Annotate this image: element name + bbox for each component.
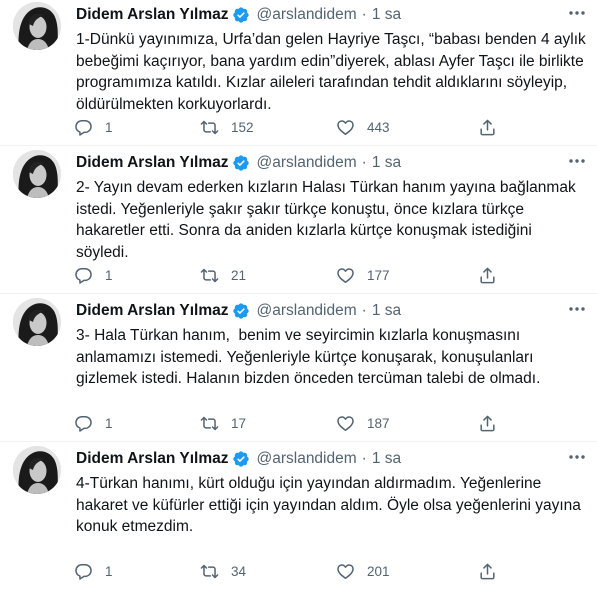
tweet-text: 2- Yayın devam ederken kızların Halası T… [76,179,581,261]
timestamp[interactable]: 1 sa [372,154,401,172]
tweet-actions: 1 152 443 [74,117,514,137]
author-name[interactable]: Didem Arslan Yılmaz [76,154,228,172]
like-count: 177 [367,267,390,283]
like-icon [337,267,354,283]
tweet-text: 4-Türkan hanımı, kürt olduğu için yayınd… [76,475,586,535]
tweet[interactable]: Didem Arslan Yılmaz @arslandidem · 1 sa … [0,442,597,590]
tweet-actions: 1 21 177 [74,265,514,285]
separator-dot: · [361,450,367,467]
more-options-icon[interactable] [567,154,587,168]
reply-icon [75,119,92,136]
like-icon [337,415,354,431]
tweet-actions: 1 17 187 [74,413,514,433]
retweet-button[interactable]: 17 [200,413,246,433]
timestamp[interactable]: 1 sa [372,6,401,24]
author-handle[interactable]: @arslandidem [256,450,356,468]
separator-dot: · [361,154,367,171]
verified-badge-icon [233,303,250,319]
retweet-button[interactable]: 21 [200,265,246,285]
reply-button[interactable]: 1 [74,265,113,285]
avatar-image [13,150,61,198]
more-options-icon[interactable] [567,302,587,316]
author-handle[interactable]: @arslandidem [256,302,356,320]
avatar[interactable] [13,446,61,494]
like-count: 201 [367,563,390,579]
share-button[interactable] [478,265,497,285]
avatar[interactable] [13,298,61,346]
share-button[interactable] [478,561,497,581]
reply-count: 1 [105,267,113,283]
tweet-header: Didem Arslan Yılmaz @arslandidem · 1 sa [76,300,401,322]
tweet[interactable]: Didem Arslan Yılmaz @arslandidem · 1 sa … [0,146,597,294]
avatar[interactable] [13,150,61,198]
like-button[interactable]: 177 [336,265,390,285]
share-button[interactable] [478,413,497,433]
avatar[interactable] [13,2,61,50]
reply-button[interactable]: 1 [74,561,113,581]
author-handle[interactable]: @arslandidem [256,154,356,172]
avatar-image [13,298,61,346]
retweet-icon [200,268,219,282]
like-button[interactable]: 187 [336,413,390,433]
author-name[interactable]: Didem Arslan Yılmaz [76,450,228,468]
retweet-icon [200,564,219,578]
verified-badge-icon [233,155,250,171]
retweet-icon [200,120,219,134]
reply-icon [75,267,92,284]
tweet-header: Didem Arslan Yılmaz @arslandidem · 1 sa [76,152,401,174]
reply-button[interactable]: 1 [74,117,113,137]
like-count: 187 [367,415,390,431]
retweet-button[interactable]: 34 [200,561,246,581]
share-icon [480,415,495,431]
like-icon [337,119,354,135]
verified-badge-icon [233,7,250,23]
avatar-image [13,2,61,50]
tweet-text: 1-Dünkü yayınımıza, Urfa’dan gelen Hayri… [76,31,591,113]
retweet-count: 21 [231,267,247,283]
like-button[interactable]: 443 [336,117,390,137]
author-handle[interactable]: @arslandidem [256,6,356,24]
verified-badge-icon [233,451,250,467]
tweet[interactable]: Didem Arslan Yılmaz @arslandidem · 1 sa … [0,0,597,146]
share-icon [480,119,495,135]
share-icon [480,267,495,283]
reply-count: 1 [105,563,113,579]
tweet-header: Didem Arslan Yılmaz @arslandidem · 1 sa [76,448,401,470]
more-options-icon[interactable] [567,450,587,464]
reply-icon [75,415,92,432]
reply-icon [75,563,92,580]
tweet-header: Didem Arslan Yılmaz @arslandidem · 1 sa [76,4,401,26]
reply-count: 1 [105,119,113,135]
tweet-text: 3- Hala Türkan hanım, benim ve seyircimi… [76,327,541,387]
retweet-count: 17 [231,415,247,431]
author-name[interactable]: Didem Arslan Yılmaz [76,302,228,320]
author-name[interactable]: Didem Arslan Yılmaz [76,6,228,24]
timestamp[interactable]: 1 sa [372,302,401,320]
retweet-icon [200,416,219,430]
timestamp[interactable]: 1 sa [372,450,401,468]
separator-dot: · [361,6,367,23]
reply-count: 1 [105,415,113,431]
like-button[interactable]: 201 [336,561,390,581]
more-options-icon[interactable] [567,6,587,20]
share-button[interactable] [478,117,497,137]
reply-button[interactable]: 1 [74,413,113,433]
like-icon [337,563,354,579]
retweet-count: 152 [231,119,254,135]
separator-dot: · [361,302,367,319]
like-count: 443 [367,119,390,135]
avatar-image [13,446,61,494]
retweet-count: 34 [231,563,247,579]
share-icon [480,563,495,579]
tweet[interactable]: Didem Arslan Yılmaz @arslandidem · 1 sa … [0,294,597,442]
tweet-actions: 1 34 201 [74,561,514,581]
retweet-button[interactable]: 152 [200,117,254,137]
